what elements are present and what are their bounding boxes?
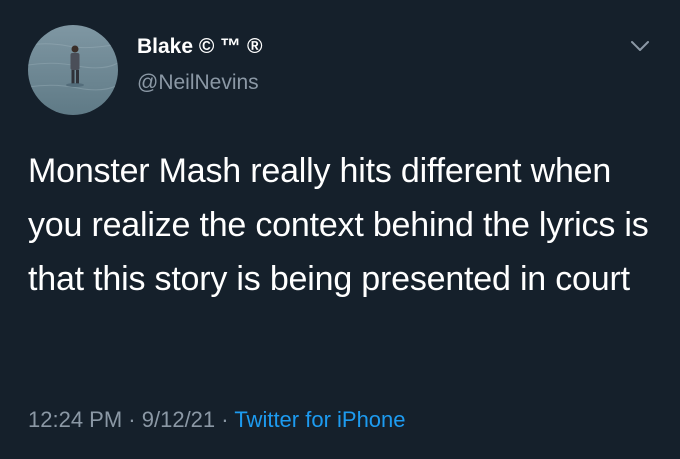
tweet-time[interactable]: 12:24 PM: [28, 407, 122, 432]
meta-separator: ·: [221, 407, 229, 432]
tweet-meta: 12:24 PM · 9/12/21 · Twitter for iPhone: [28, 405, 406, 435]
meta-separator: ·: [128, 407, 136, 432]
avatar-photo: [28, 25, 118, 115]
display-name[interactable]: Blake © ™ ®: [137, 34, 263, 60]
user-handle[interactable]: @NeilNevins: [137, 70, 259, 96]
chevron-down-icon[interactable]: [628, 36, 652, 56]
tweet-card: Blake © ™ ® @NeilNevins Monster Mash rea…: [0, 0, 680, 459]
tweet-date[interactable]: 9/12/21: [142, 407, 215, 432]
tweet-source-link[interactable]: Twitter for iPhone: [234, 407, 405, 432]
avatar[interactable]: [28, 25, 118, 115]
tweet-text: Monster Mash really hits different when …: [28, 152, 649, 298]
